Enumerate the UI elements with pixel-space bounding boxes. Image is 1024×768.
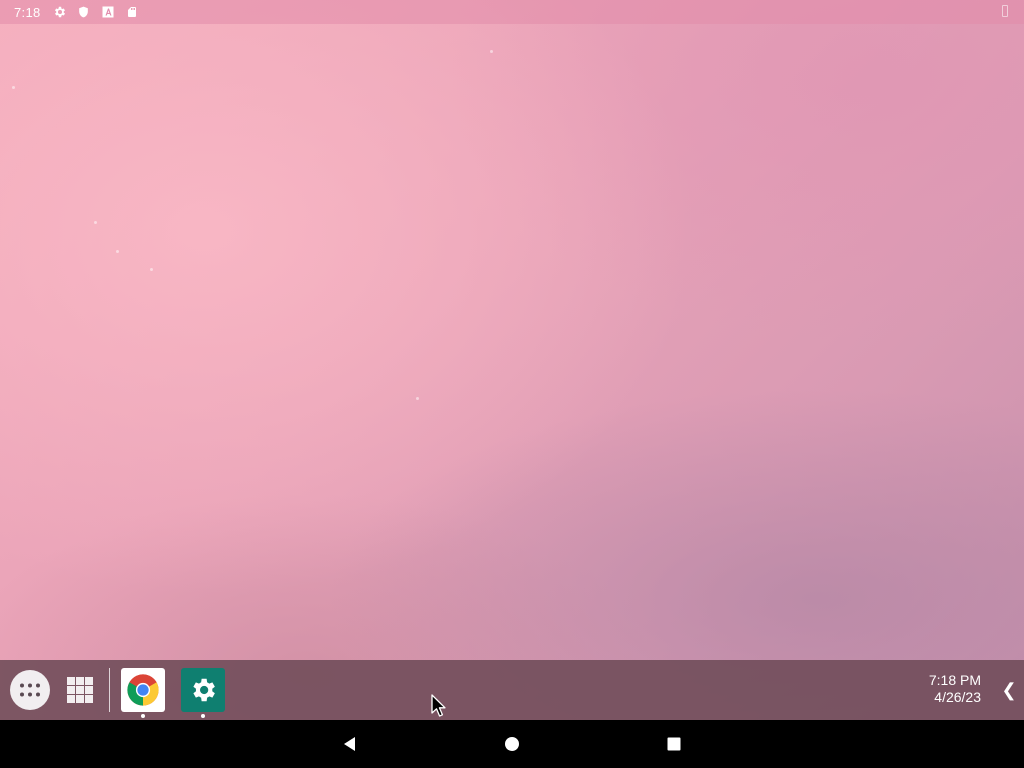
mouse-cursor-icon (431, 694, 446, 717)
grid-icon (67, 677, 93, 703)
back-button[interactable] (337, 732, 361, 756)
settings-gear-icon (193, 678, 215, 702)
font-a-icon (101, 5, 115, 19)
home-icon (505, 737, 519, 751)
settings-app-button[interactable] (181, 668, 225, 712)
recents-grid-button[interactable] (64, 674, 96, 706)
wallpaper-speck (116, 250, 119, 253)
wallpaper-speck (12, 86, 15, 89)
home-button[interactable] (500, 732, 524, 756)
settings-icon (53, 5, 67, 19)
wallpaper-speck (490, 50, 493, 53)
app-drawer-button[interactable] (10, 670, 50, 710)
status-bar: 7:18 (0, 0, 1024, 24)
chrome-running-indicator (141, 714, 145, 718)
app-drawer-icon (20, 683, 40, 697)
navigation-bar (0, 720, 1024, 768)
clock-date: 4/26/23 (934, 689, 981, 705)
settings-running-indicator (201, 714, 205, 718)
status-time: 7:18 (14, 4, 41, 20)
recents-icon (667, 737, 681, 751)
chrome-app-button[interactable] (121, 668, 165, 712)
taskbar-divider (109, 668, 110, 712)
taskbar-clock[interactable]: 7:18 PM 4/26/23 (929, 672, 981, 706)
battery-icon (1002, 5, 1008, 17)
desktop-screen: 7:18 7:18 PM 4/26/23 ❮ (0, 0, 1024, 768)
wallpaper (0, 0, 1024, 768)
chrome-icon (127, 674, 159, 706)
chevron-left-icon: ❮ (1001, 679, 1017, 700)
taskbar: 7:18 PM 4/26/23 ❮ (0, 660, 1024, 720)
taskbar-collapse-button[interactable]: ❮ (1001, 678, 1017, 702)
shield-icon (77, 5, 91, 19)
sd-card-icon (125, 5, 139, 19)
recents-button[interactable] (662, 732, 686, 756)
clock-time: 7:18 PM (928, 672, 981, 688)
wallpaper-speck (150, 268, 153, 271)
back-icon (344, 737, 355, 751)
wallpaper-speck (94, 221, 97, 224)
wallpaper-speck (416, 397, 419, 400)
